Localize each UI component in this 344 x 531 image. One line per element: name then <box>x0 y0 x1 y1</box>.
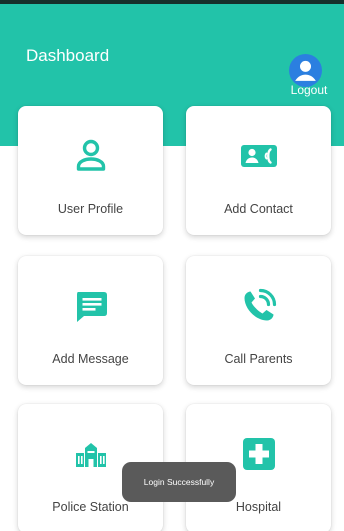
card-label-user-profile: User Profile <box>57 202 124 216</box>
add-message-card[interactable]: Add Message <box>18 256 163 385</box>
user-icon <box>76 139 105 171</box>
contact-card-icon <box>240 145 277 167</box>
card-label-police-station: Police Station <box>52 500 129 514</box>
logout-button[interactable]: Logout <box>282 54 336 102</box>
call-parents-card[interactable]: Call Parents <box>186 256 331 385</box>
page-title: Dashboard <box>26 46 110 65</box>
phone-call-icon <box>244 288 276 321</box>
card-label-hospital: Hospital <box>235 500 282 514</box>
toast-message: Login Successfully <box>122 462 236 502</box>
card-label-add-contact: Add Contact <box>224 202 293 216</box>
logout-label: Logout <box>290 83 328 97</box>
add-contact-card[interactable]: Add Contact <box>186 106 331 235</box>
card-label-add-message: Add Message <box>52 352 129 366</box>
building-icon <box>75 443 106 467</box>
hospital-cross-icon <box>242 438 275 470</box>
card-label-call-parents: Call Parents <box>224 352 293 366</box>
message-icon <box>76 292 107 322</box>
user-profile-card[interactable]: User Profile <box>18 106 163 235</box>
dashboard-screen: Dashboard Logout User Profile Add Contac… <box>0 0 344 531</box>
